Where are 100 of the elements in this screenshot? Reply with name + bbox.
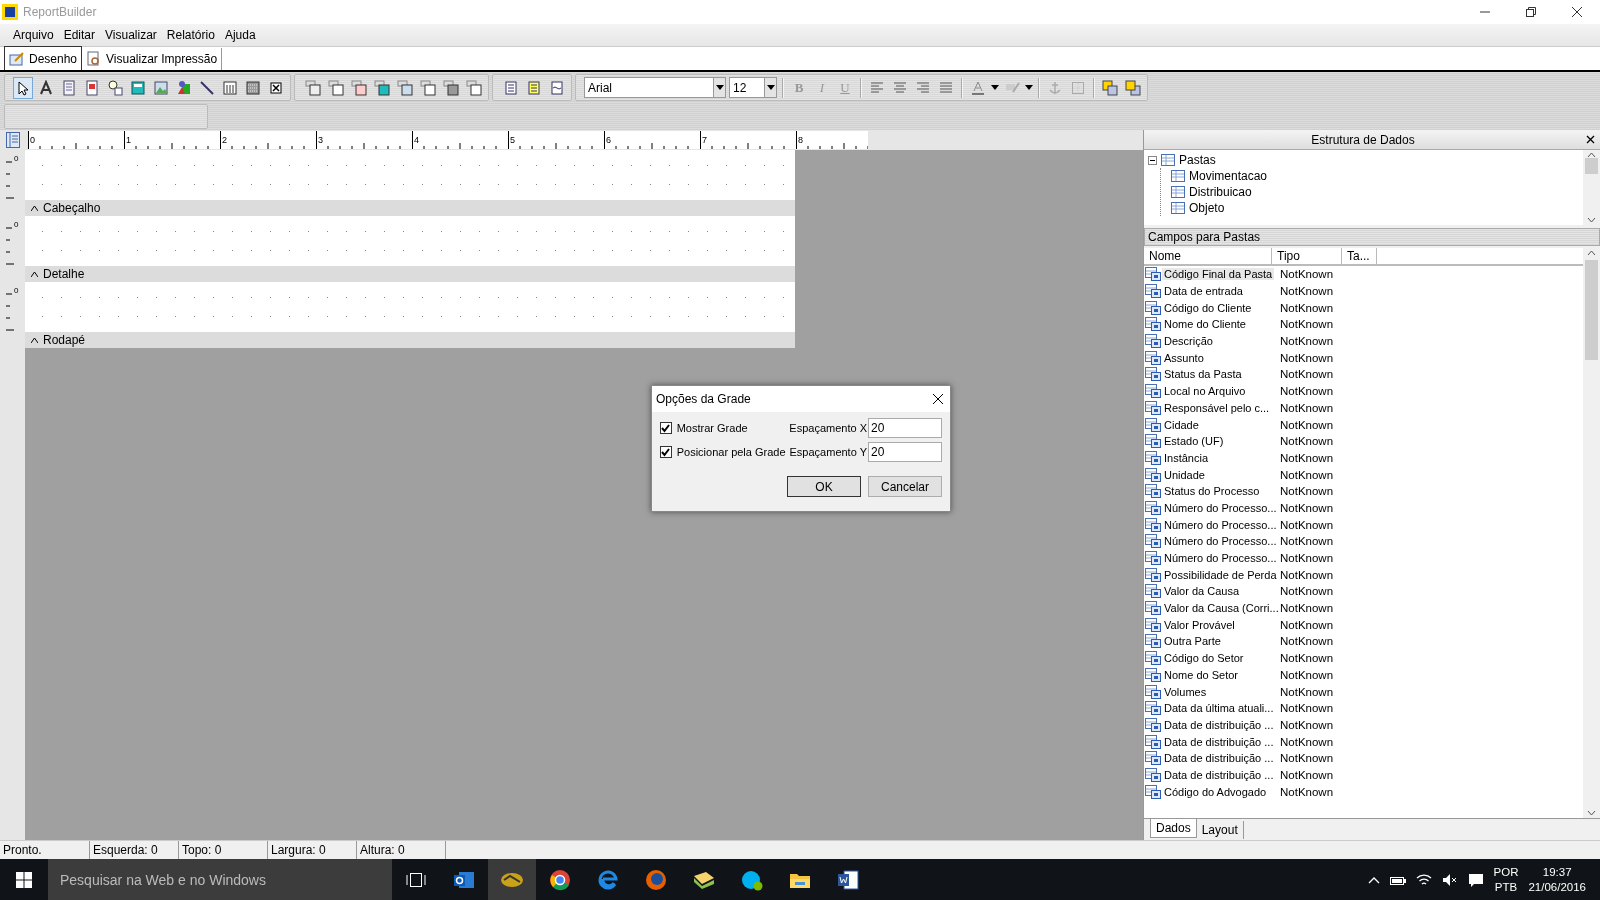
cancel-button[interactable]: Cancelar: [868, 476, 942, 497]
field-name[interactable]: Instância: [1162, 451, 1211, 464]
clock-calendar-icon: [107, 79, 123, 96]
menu-item[interactable]: Ajuda: [219, 28, 261, 42]
scroll-thumb[interactable]: [1585, 158, 1598, 174]
pattern-icon: [245, 79, 261, 96]
checkbox-label[interactable]: Posicionar pela Grade: [676, 446, 788, 458]
menu-item[interactable]: Relatório: [161, 28, 220, 42]
caret-up-icon: [31, 337, 38, 343]
ruler-number: 3: [318, 135, 323, 145]
field-type: NotKnown: [1280, 635, 1334, 648]
field-name[interactable]: Data de distribuição ...: [1162, 735, 1276, 748]
band-label: Cabeçalho: [43, 201, 101, 215]
close-icon[interactable]: [932, 393, 944, 405]
field-name[interactable]: Estado (UF): [1162, 435, 1226, 448]
menu-item[interactable]: Editar: [58, 28, 101, 42]
table-icon: [1171, 186, 1185, 198]
ok-button[interactable]: OK: [787, 476, 861, 497]
tree-item[interactable]: Objeto: [1189, 201, 1225, 215]
search-field[interactable]: Pesquisar na Web e no Windows: [48, 859, 392, 900]
tree-item[interactable]: Movimentacao: [1189, 169, 1268, 183]
shapes-icon: [176, 79, 192, 96]
field-label: Espaçamento Y: [789, 446, 867, 458]
scroll-down-icon[interactable]: [1587, 810, 1596, 816]
field-name[interactable]: Data de distribuição ...: [1162, 718, 1276, 731]
field-type: NotKnown: [1280, 285, 1334, 298]
bring-to-front-icon: [1102, 79, 1118, 96]
field-name[interactable]: Data de distribuição ...: [1162, 768, 1276, 781]
field-name[interactable]: Data de distribuição ...: [1162, 752, 1276, 765]
font-name-dropdown[interactable]: Arial: [584, 77, 726, 98]
column-header[interactable]: Ta...: [1342, 248, 1377, 264]
field-name[interactable]: Número do Processo...: [1162, 535, 1279, 548]
ruler-number: 0: [14, 154, 19, 163]
image-icon: [153, 79, 169, 96]
tree-item[interactable]: Distribuicao: [1189, 185, 1252, 199]
document-app-icon: [837, 869, 859, 890]
field-name[interactable]: Status da Pasta: [1162, 368, 1244, 381]
font-size-dropdown[interactable]: 12: [729, 77, 777, 98]
field-name[interactable]: Valor Provável: [1162, 618, 1237, 631]
field-name[interactable]: Nome do Cliente: [1162, 318, 1248, 331]
field-type: NotKnown: [1280, 335, 1334, 348]
checkbox[interactable]: [660, 446, 672, 458]
chevron-up-icon[interactable]: [1367, 875, 1380, 884]
window-title: ReportBuilder: [23, 5, 98, 19]
field-name[interactable]: Valor da Causa: [1162, 585, 1241, 598]
field-name[interactable]: Possibilidade de Perda: [1162, 568, 1279, 581]
field-name[interactable]: Local no Arquivo: [1162, 385, 1248, 398]
scrollbar[interactable]: [1583, 150, 1600, 225]
tab[interactable]: Visualizar Impressão: [82, 48, 223, 70]
field-name[interactable]: Assunto: [1162, 351, 1206, 364]
menu-item[interactable]: Arquivo: [8, 28, 59, 42]
field-name[interactable]: Código Final da Pasta: [1162, 268, 1275, 281]
clock[interactable]: 19:37 21/06/2016: [1528, 864, 1586, 895]
scroll-down-icon[interactable]: [1587, 217, 1596, 223]
notification-icon[interactable]: [1467, 871, 1484, 888]
field-name[interactable]: Número do Processo...: [1162, 518, 1279, 531]
field-name[interactable]: Unidade: [1162, 468, 1207, 481]
select-tool-button[interactable]: [13, 76, 33, 99]
field-name[interactable]: Nome do Setor: [1162, 668, 1240, 681]
field-name[interactable]: Data de entrada: [1162, 285, 1245, 298]
field-type: NotKnown: [1280, 485, 1334, 498]
section-header: Campos para Pastas: [1144, 228, 1600, 246]
checkbox-label[interactable]: Mostrar Grade: [676, 422, 788, 434]
field-name[interactable]: Responsável pelo c...: [1162, 401, 1272, 414]
field-name[interactable]: Código do Advogado: [1162, 785, 1269, 798]
field-name[interactable]: Data da última atuali...: [1162, 702, 1276, 715]
collapse-toggle-icon[interactable]: [1148, 155, 1157, 165]
field-name[interactable]: Número do Processo...: [1162, 552, 1279, 565]
column-header[interactable]: Tipo: [1272, 248, 1342, 264]
muted-speaker-icon[interactable]: [1441, 872, 1458, 887]
menu-item[interactable]: Visualizar: [100, 28, 162, 42]
field-name[interactable]: Outra Parte: [1162, 635, 1223, 648]
ruler-number: 8: [798, 135, 803, 145]
field-name[interactable]: Descrição: [1162, 335, 1215, 348]
wifi-icon[interactable]: [1415, 872, 1432, 887]
spacing-input[interactable]: 20: [868, 442, 942, 462]
field-name[interactable]: Valor da Causa (Corri...: [1162, 602, 1281, 615]
windows-logo-icon: [16, 871, 32, 888]
scroll-up-icon[interactable]: [1587, 250, 1596, 256]
column-header[interactable]: Nome: [1144, 248, 1272, 264]
tab[interactable]: Desenho: [4, 46, 83, 70]
tab[interactable]: Dados: [1150, 819, 1197, 838]
scroll-thumb[interactable]: [1585, 260, 1598, 360]
input-language[interactable]: POR PTB: [1493, 864, 1519, 895]
field-name[interactable]: Cidade: [1162, 418, 1201, 431]
spacing-input[interactable]: 20: [868, 418, 942, 438]
field-type: NotKnown: [1280, 268, 1334, 281]
page-icon: [61, 79, 77, 96]
scroll-up-icon[interactable]: [1587, 152, 1596, 158]
tab[interactable]: Layout: [1196, 821, 1244, 839]
field-name[interactable]: Código do Cliente: [1162, 301, 1254, 314]
ruler-number: 5: [510, 135, 515, 145]
tree-item[interactable]: Pastas: [1179, 153, 1216, 167]
scrollbar[interactable]: [1583, 248, 1600, 818]
field-name[interactable]: Status do Processo: [1162, 485, 1262, 498]
field-name[interactable]: Número do Processo...: [1162, 501, 1279, 514]
field-name[interactable]: Volumes: [1162, 685, 1209, 698]
checkbox[interactable]: [660, 422, 672, 434]
field-name[interactable]: Código do Setor: [1162, 652, 1246, 665]
close-box-icon: [268, 79, 284, 96]
